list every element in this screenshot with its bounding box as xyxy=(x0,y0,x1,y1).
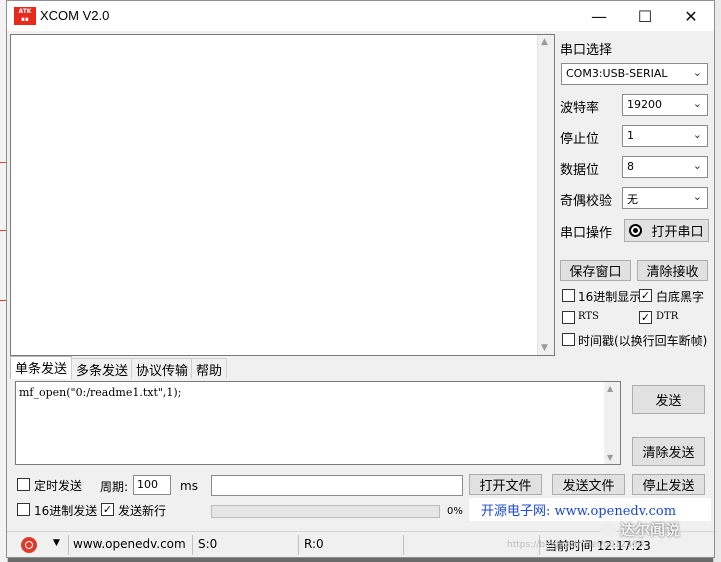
website-link[interactable]: 开源电子网: www.openedv.com xyxy=(469,498,711,521)
period-input[interactable]: 100 xyxy=(133,475,171,495)
parity-label: 奇偶校验 xyxy=(560,194,613,209)
send-progress-bar xyxy=(211,505,440,518)
window-title: XCOM V2.0 xyxy=(40,8,110,23)
close-button[interactable]: ✕ xyxy=(668,1,714,31)
dtr-checkbox[interactable]: ✓ xyxy=(639,311,652,324)
chevron-down-icon: ⌄ xyxy=(692,66,702,79)
port-label: 串口选择 xyxy=(560,43,613,58)
record-icon[interactable] xyxy=(21,537,37,553)
clear-receive-button[interactable]: 清除接收 xyxy=(637,260,708,281)
hex-display-checkbox[interactable] xyxy=(562,289,575,302)
parity-select[interactable]: 无 ⌄ xyxy=(622,187,708,209)
status-sent-count: S:0 xyxy=(198,537,218,551)
data-bits-select[interactable]: 8 ⌄ xyxy=(622,156,708,178)
scroll-down-icon[interactable]: ▼ xyxy=(541,343,548,353)
chevron-down-icon: ⌄ xyxy=(692,159,702,172)
stop-bits-label: 停止位 xyxy=(560,132,600,147)
send-text: mf_open("0:/readme1.txt",1); xyxy=(19,386,182,399)
hex-send-label: 16进制发送 xyxy=(34,504,98,518)
open-file-button[interactable]: 打开文件 xyxy=(469,474,542,495)
tab-help[interactable]: 帮助 xyxy=(191,358,228,379)
wechat-watermark: 达尔闻说 xyxy=(600,519,680,540)
send-scrollbar[interactable]: ▲ ▼ xyxy=(604,382,620,464)
send-button[interactable]: 发送 xyxy=(632,385,705,414)
tab-single-send[interactable]: 单条发送 xyxy=(10,356,73,379)
receive-scrollbar[interactable]: ▲ ▼ xyxy=(537,35,554,355)
newline-checkbox[interactable]: ✓ xyxy=(101,503,114,516)
xcom-window: ATK ∎∎ XCOM V2.0 — ☐ ✕ ▲ ▼ 串口选择 COM3:USB-… xyxy=(6,0,715,558)
open-port-label: 打开串口 xyxy=(651,225,704,240)
title-bar[interactable]: ATK ∎∎ XCOM V2.0 — ☐ ✕ xyxy=(7,1,714,31)
tab-protocol[interactable]: 协议传输 xyxy=(131,358,194,379)
open-port-button[interactable]: 打开串口 xyxy=(624,219,709,242)
newline-label: 发送新行 xyxy=(118,504,167,518)
send-file-button[interactable]: 发送文件 xyxy=(552,474,625,495)
scroll-down-icon[interactable]: ▼ xyxy=(607,453,613,462)
hex-send-checkbox[interactable] xyxy=(17,503,30,516)
progress-percent: 0% xyxy=(447,506,463,517)
app-logo-icon: ATK ∎∎ xyxy=(14,7,36,25)
white-black-label: 白底黑字 xyxy=(656,290,705,304)
rts-label: RTS xyxy=(578,311,599,322)
send-textarea[interactable]: mf_open("0:/readme1.txt",1); ▲ ▼ xyxy=(15,381,621,465)
chevron-down-icon: ⌄ xyxy=(692,190,702,203)
baud-label: 波特率 xyxy=(560,101,600,116)
stop-send-button[interactable]: 停止发送 xyxy=(632,474,705,495)
timestamp-label: 时间戳(以换行回车断帧) xyxy=(578,334,708,348)
status-url[interactable]: www.openedv.com xyxy=(73,537,186,551)
stop-bits-select-value: 1 xyxy=(627,129,634,142)
scroll-up-icon[interactable]: ▲ xyxy=(607,384,613,393)
record-icon xyxy=(629,224,643,237)
timestamp-checkbox[interactable] xyxy=(562,333,575,346)
parity-select-value: 无 xyxy=(627,193,638,206)
stop-bits-select[interactable]: 1 ⌄ xyxy=(622,125,708,147)
white-black-checkbox[interactable]: ✓ xyxy=(639,289,652,302)
chevron-down-icon: ⌄ xyxy=(692,128,702,141)
minimize-button[interactable]: — xyxy=(576,1,622,31)
baud-select-value: 19200 xyxy=(627,98,662,111)
baud-select[interactable]: 19200 ⌄ xyxy=(622,94,708,116)
hex-display-label: 16进制显示 xyxy=(578,290,642,304)
wechat-name: 达尔闻说 xyxy=(620,521,681,539)
scroll-up-icon[interactable]: ▲ xyxy=(541,37,548,47)
timed-send-checkbox[interactable] xyxy=(17,478,30,491)
dropdown-arrow-icon[interactable]: ▼ xyxy=(53,538,60,548)
period-unit: ms xyxy=(180,479,198,493)
period-label: 周期: xyxy=(100,480,129,494)
maximize-button[interactable]: ☐ xyxy=(622,1,668,31)
save-window-button[interactable]: 保存窗口 xyxy=(560,260,631,281)
clear-send-button[interactable]: 清除发送 xyxy=(632,437,705,466)
status-received-count: R:0 xyxy=(304,537,324,551)
rts-checkbox[interactable] xyxy=(562,311,575,324)
url-watermark: https://blog.csdn.net/u012468 xyxy=(507,540,644,550)
receive-textarea[interactable]: ▲ ▼ xyxy=(10,34,555,356)
data-bits-label: 数据位 xyxy=(560,163,600,178)
file-path-input[interactable] xyxy=(211,475,463,496)
chevron-down-icon: ⌄ xyxy=(692,97,702,110)
tab-multi-send[interactable]: 多条发送 xyxy=(71,358,134,379)
port-select[interactable]: COM3:USB-SERIAL ⌄ xyxy=(561,63,708,85)
wechat-icon xyxy=(600,523,616,536)
dtr-label: DTR xyxy=(656,311,679,322)
data-bits-select-value: 8 xyxy=(627,160,634,173)
port-select-value: COM3:USB-SERIAL xyxy=(566,67,668,80)
port-operation-label: 串口操作 xyxy=(560,226,613,241)
timed-send-label: 定时发送 xyxy=(34,479,83,493)
